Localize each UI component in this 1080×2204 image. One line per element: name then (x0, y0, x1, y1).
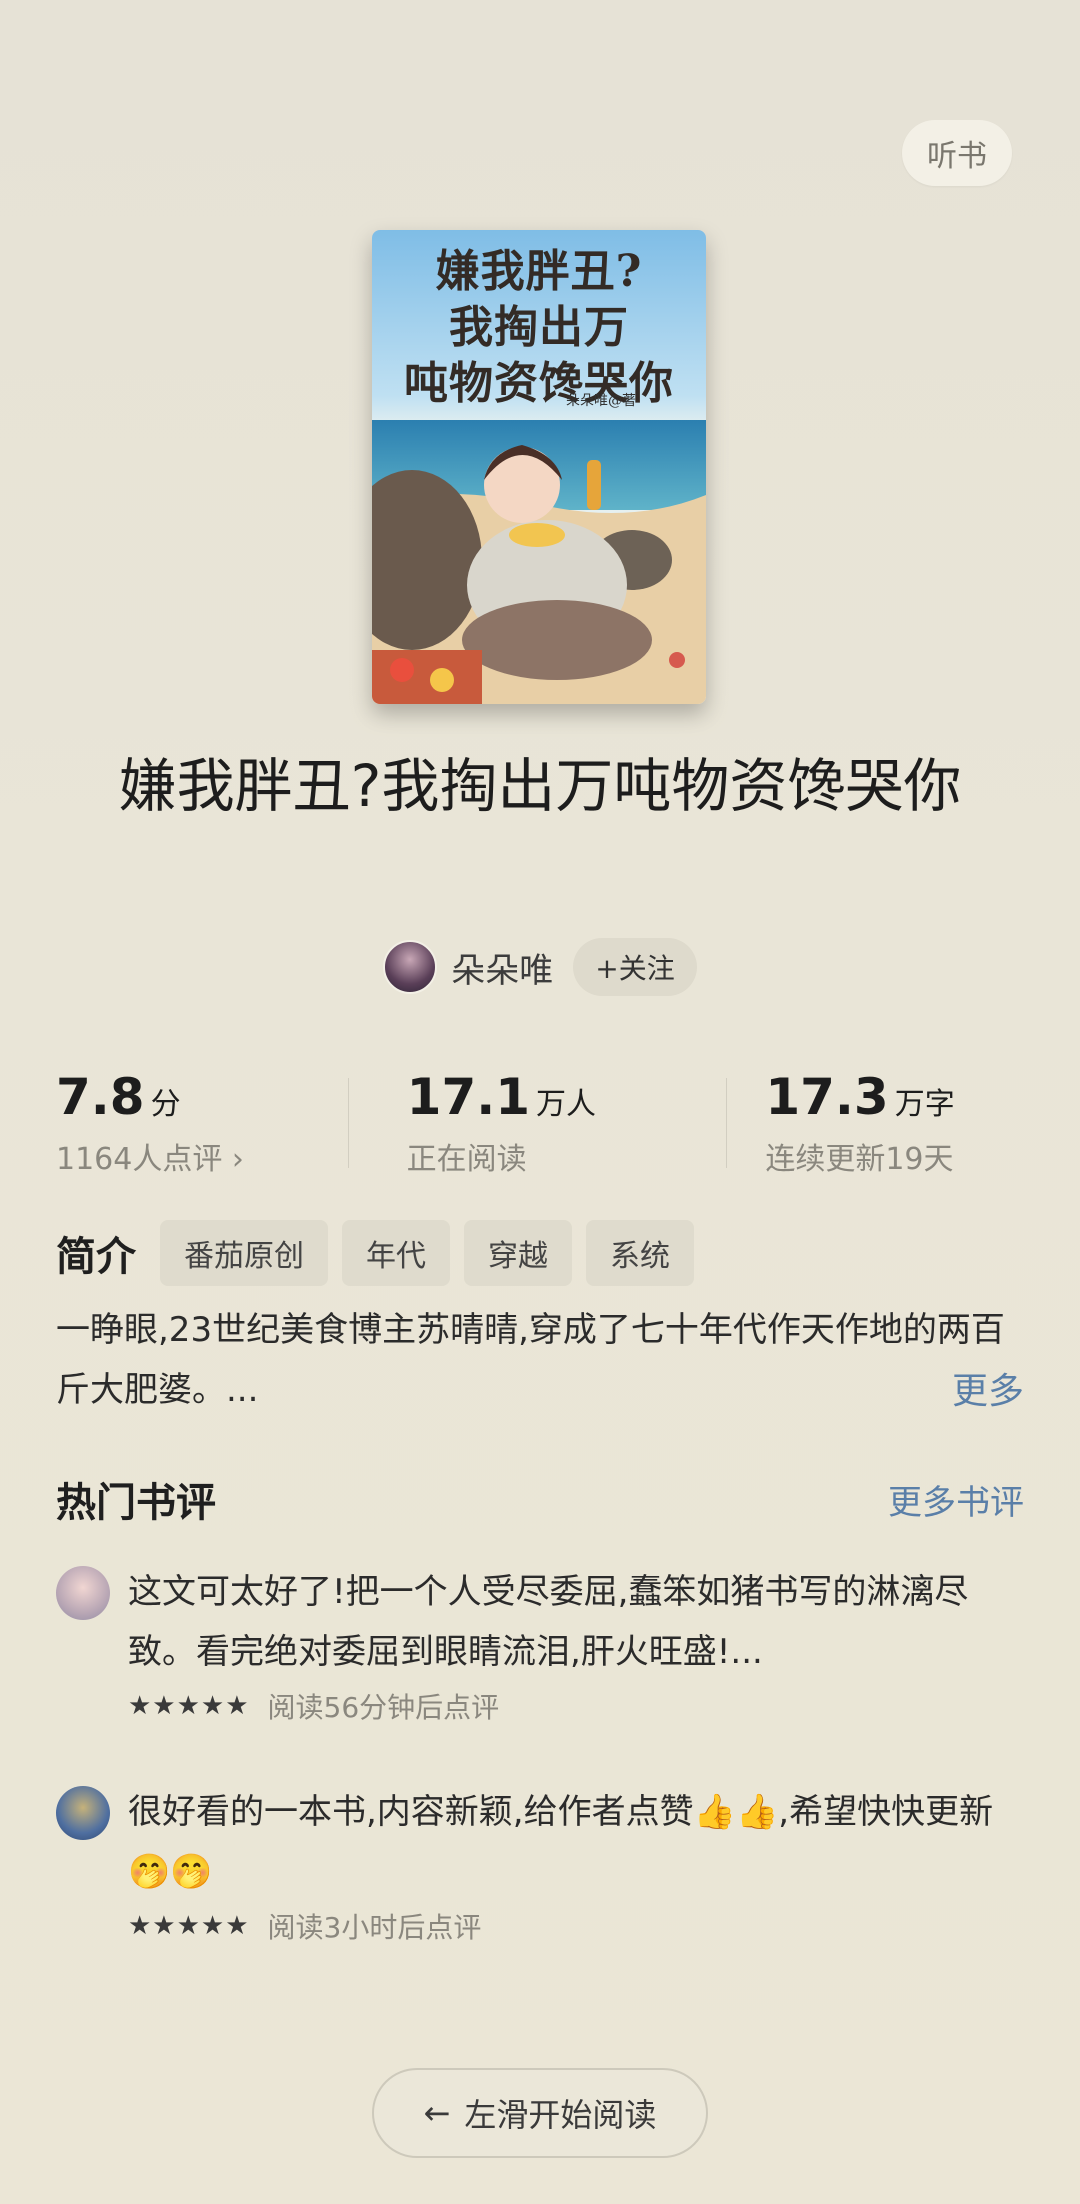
cover-title: 嫌我胖丑? 我掏出万 吨物资馋哭你 (404, 246, 674, 409)
follow-button[interactable]: +关注 (573, 938, 697, 996)
update-label: 连续更新19天 (765, 1142, 954, 1177)
stats-row: 7.8 分 1164人点评 › 17.1 万人 正在阅读 17.3 万字 连续更新19… (56, 1068, 1024, 1178)
review-time: 阅读3小时后点评 (267, 1911, 482, 1944)
intro-text[interactable]: 一睁眼,23世纪美食博主苏晴晴,穿成了七十年代作天作地的两百斤大肥婆。... (56, 1300, 1024, 1420)
book-cover[interactable]: 嫌我胖丑? 我掏出万 吨物资馋哭你 朵朵唯@著 (372, 230, 706, 704)
readers-unit: 万人 (536, 1087, 597, 1122)
review-stars: ★★★★★ (128, 1691, 250, 1721)
reviews-header: 热门书评 更多书评 (56, 1470, 1024, 1528)
readers-stat: 17.1 万人 正在阅读 (315, 1068, 666, 1178)
tag-chip[interactable]: 年代 (342, 1220, 450, 1286)
rating-value: 7.8 (56, 1068, 145, 1126)
more-reviews-link[interactable]: 更多书评 (888, 1475, 1024, 1524)
tag-chip[interactable]: 番茄原创 (160, 1220, 328, 1286)
review-text: 这文可太好了!把一个人受尽委屈,蠢笨如猪书写的淋漓尽致。看完绝对委屈到眼睛流泪,… (128, 1572, 969, 1672)
listen-button[interactable]: 听书 (902, 120, 1012, 186)
words-unit: 万字 (894, 1087, 955, 1122)
intro-more-link[interactable]: 更多 (952, 1362, 1024, 1414)
author-name[interactable]: 朵朵唯 (451, 943, 553, 992)
review-stars: ★★★★★ (128, 1911, 250, 1941)
rating-stat[interactable]: 7.8 分 1164人点评 › (56, 1068, 315, 1178)
review-item[interactable]: 这文可太好了!把一个人受尽委屈,蠢笨如猪书写的淋漓尽致。看完绝对委屈到眼睛流泪,… (56, 1562, 1024, 1726)
rating-count: 1164人点评 › (56, 1142, 244, 1177)
tag-chip[interactable]: 系统 (586, 1220, 694, 1286)
start-reading-button[interactable]: ← 左滑开始阅读 (372, 2068, 708, 2158)
intro-header: 简介 番茄原创 年代 穿越 系统 (56, 1220, 694, 1286)
tag-chip[interactable]: 穿越 (464, 1220, 572, 1286)
start-reading-label: 左滑开始阅读 (464, 2096, 657, 2134)
author-row: 朵朵唯 +关注 (0, 938, 1080, 996)
author-avatar[interactable] (383, 940, 438, 994)
arrow-left-icon: ← (423, 2094, 451, 2132)
reviewer-avatar[interactable] (56, 1786, 110, 1840)
review-item[interactable]: 很好看的一本书,内容新颖,给作者点赞👍👍,希望快快更新🤭🤭 ★★★★★ 阅读3小… (56, 1782, 1024, 1946)
words-value: 17.3 (765, 1068, 889, 1126)
book-title: 嫌我胖丑?我掏出万吨物资馋哭你 (118, 752, 962, 820)
rating-unit: 分 (150, 1087, 181, 1122)
readers-label: 正在阅读 (406, 1142, 527, 1177)
review-time: 阅读56分钟后点评 (267, 1691, 500, 1724)
words-stat: 17.3 万字 连续更新19天 (665, 1068, 1024, 1178)
cover-author-tag: 朵朵唯@著 (566, 393, 636, 409)
reviews-title: 热门书评 (56, 1480, 216, 1526)
readers-value: 17.1 (406, 1068, 531, 1126)
intro-title: 简介 (56, 1234, 136, 1280)
reviewer-avatar[interactable] (56, 1566, 110, 1620)
review-text: 很好看的一本书,内容新颖,给作者点赞👍👍,希望快快更新🤭🤭 (128, 1792, 994, 1892)
